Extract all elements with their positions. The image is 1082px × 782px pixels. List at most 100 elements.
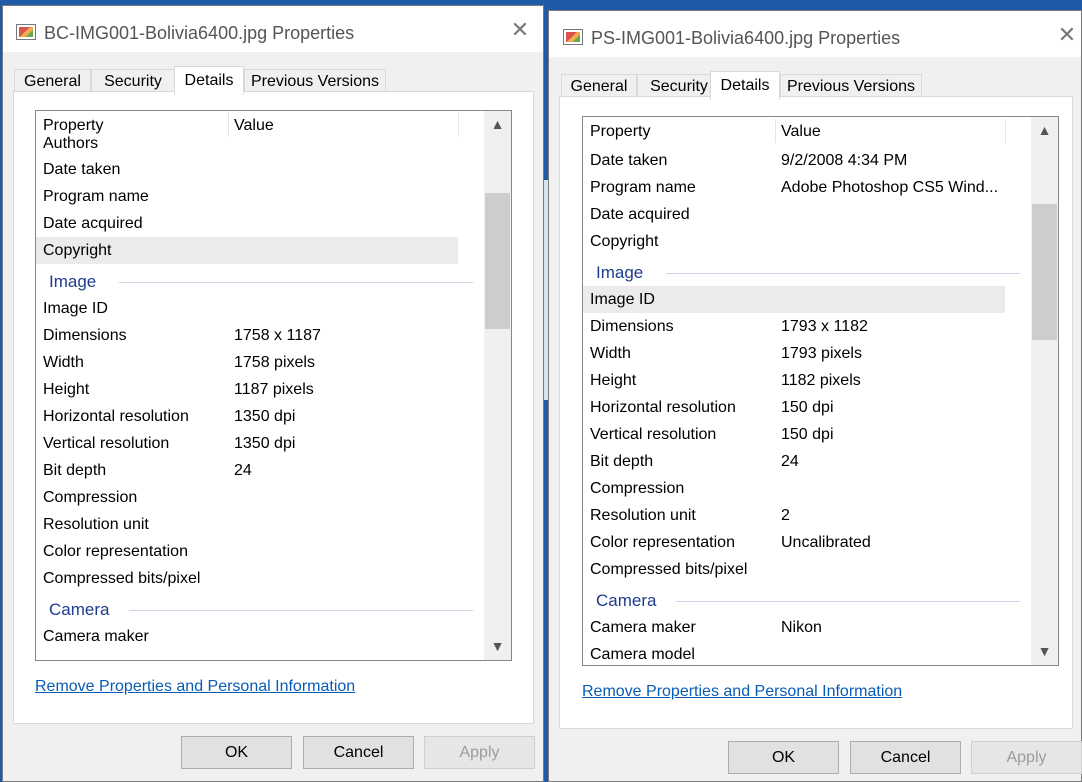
- column-header-property[interactable]: Property: [43, 117, 103, 135]
- property-row[interactable]: Date taken 9/2/2008 4:34 PM: [583, 147, 1005, 174]
- property-row[interactable]: Height 1182 pixels: [583, 367, 1005, 394]
- property-name: Horizontal resolution: [590, 399, 736, 416]
- property-value: 9/2/2008 4:34 PM: [781, 152, 908, 169]
- property-row[interactable]: Vertical resolution 150 dpi: [583, 421, 1005, 448]
- property-row[interactable]: Height 1187 pixels: [36, 376, 458, 403]
- property-name: Compression: [43, 489, 138, 506]
- property-value: Adobe Photoshop CS5 Wind...: [781, 179, 999, 196]
- property-row[interactable]: Camera maker: [36, 623, 458, 650]
- property-value: 1350 dpi: [234, 408, 296, 425]
- property-row[interactable]: Date acquired: [583, 201, 1005, 228]
- property-name: Program name: [590, 179, 696, 196]
- property-name: Dimensions: [590, 318, 674, 335]
- property-row[interactable]: Resolution unit 2: [583, 502, 1005, 529]
- close-icon[interactable]: ✕: [510, 19, 530, 41]
- property-row[interactable]: Horizontal resolution 150 dpi: [583, 394, 1005, 421]
- group-label: Camera: [49, 600, 110, 619]
- column-header-property[interactable]: Property: [590, 123, 650, 141]
- title-bar: BC-IMG001-Bolivia6400.jpg Properties ✕: [3, 6, 543, 52]
- ok-button[interactable]: OK: [181, 736, 292, 769]
- property-row[interactable]: Dimensions 1758 x 1187: [36, 322, 458, 349]
- property-row[interactable]: Camera model: [583, 641, 1005, 665]
- close-icon[interactable]: ✕: [1057, 24, 1077, 46]
- vertical-scrollbar[interactable]: ▲ ▼: [1031, 117, 1058, 665]
- property-name: Vertical resolution: [43, 435, 170, 452]
- property-row[interactable]: Program name: [36, 183, 458, 210]
- scrollbar-thumb[interactable]: [485, 193, 510, 329]
- property-name: Horizontal resolution: [43, 408, 189, 425]
- scroll-up-icon[interactable]: ▲: [1031, 117, 1058, 144]
- remove-properties-link[interactable]: Remove Properties and Personal Informati…: [582, 683, 902, 701]
- property-value: 2: [781, 507, 790, 524]
- property-row[interactable]: Horizontal resolution 1350 dpi: [36, 403, 458, 430]
- property-row[interactable]: Camera maker Nikon: [583, 614, 1005, 641]
- column-divider[interactable]: [1005, 119, 1006, 143]
- property-name: Image ID: [590, 291, 655, 308]
- property-name: Compressed bits/pixel: [590, 561, 748, 578]
- property-row[interactable]: Compressed bits/pixel: [583, 556, 1005, 583]
- column-header-value[interactable]: Value: [781, 123, 821, 141]
- details-panel: Property Value Date taken 9/2/2008 4:34 P…: [559, 96, 1073, 729]
- property-name: Compressed bits/pixel: [43, 570, 201, 587]
- property-row[interactable]: Bit depth 24: [583, 448, 1005, 475]
- property-value: Uncalibrated: [781, 534, 871, 551]
- property-row[interactable]: Width 1758 pixels: [36, 349, 458, 376]
- group-label: Image: [596, 263, 644, 282]
- vertical-scrollbar[interactable]: ▲ ▼: [484, 111, 511, 660]
- cancel-button[interactable]: Cancel: [303, 736, 414, 769]
- group-divider-line: [666, 273, 1020, 274]
- group-header-image[interactable]: Image: [583, 259, 1020, 286]
- scroll-down-icon[interactable]: ▼: [1031, 638, 1058, 665]
- scroll-down-icon[interactable]: ▼: [484, 633, 511, 660]
- property-name: Date taken: [590, 152, 668, 169]
- property-row[interactable]: Date acquired: [36, 210, 458, 237]
- remove-properties-link[interactable]: Remove Properties and Personal Informati…: [35, 678, 355, 696]
- property-row[interactable]: Program name Adobe Photoshop CS5 Wind...: [583, 174, 1005, 201]
- property-row[interactable]: Width 1793 pixels: [583, 340, 1005, 367]
- property-row[interactable]: Color representation: [36, 538, 458, 565]
- tab-details[interactable]: Details: [710, 71, 780, 100]
- scrollbar-thumb[interactable]: [1032, 204, 1057, 340]
- property-name: Bit depth: [590, 453, 654, 470]
- group-header-image[interactable]: Image: [36, 268, 473, 295]
- apply-button[interactable]: Apply: [424, 736, 535, 769]
- cancel-button[interactable]: Cancel: [850, 741, 961, 774]
- property-row[interactable]: Color representation Uncalibrated: [583, 529, 1005, 556]
- property-name: Width: [43, 354, 84, 371]
- property-name: Date acquired: [43, 215, 143, 232]
- property-list[interactable]: Property Value Date taken 9/2/2008 4:34 P…: [582, 116, 1059, 666]
- property-row[interactable]: Compressed bits/pixel: [36, 565, 458, 592]
- property-row[interactable]: Date taken: [36, 156, 458, 183]
- column-header-value[interactable]: Value: [234, 117, 274, 135]
- property-row[interactable]: Image ID: [583, 286, 1005, 313]
- property-row[interactable]: Bit depth 24: [36, 457, 458, 484]
- property-list[interactable]: Property Value Authors Date taken Program…: [35, 110, 512, 661]
- properties-dialog-ps: PS-IMG001-Bolivia6400.jpg Properties ✕ G…: [548, 10, 1082, 782]
- group-divider-line: [676, 601, 1020, 602]
- property-row[interactable]: Compression: [36, 484, 458, 511]
- column-divider[interactable]: [775, 119, 776, 143]
- property-name: Color representation: [43, 543, 188, 560]
- column-divider[interactable]: [458, 113, 459, 137]
- property-row[interactable]: Vertical resolution 1350 dpi: [36, 430, 458, 457]
- property-row[interactable]: Image ID: [36, 295, 458, 322]
- property-name: Program name: [43, 188, 149, 205]
- property-value: 1187 pixels: [234, 381, 314, 398]
- property-row[interactable]: Resolution unit: [36, 511, 458, 538]
- property-row[interactable]: Dimensions 1793 x 1182: [583, 313, 1005, 340]
- scroll-up-icon[interactable]: ▲: [484, 111, 511, 138]
- column-divider[interactable]: [228, 113, 229, 137]
- property-value: 1758 pixels: [234, 354, 315, 371]
- ok-button[interactable]: OK: [728, 741, 839, 774]
- apply-button[interactable]: Apply: [971, 741, 1082, 774]
- tab-details[interactable]: Details: [174, 66, 244, 95]
- group-divider-line: [129, 610, 473, 611]
- property-value: 150 dpi: [781, 426, 834, 443]
- property-row[interactable]: Copyright: [583, 228, 1005, 255]
- properties-dialog-bc: BC-IMG001-Bolivia6400.jpg Properties ✕ G…: [2, 5, 544, 782]
- group-header-camera[interactable]: Camera: [583, 587, 1020, 614]
- property-row[interactable]: Copyright: [36, 237, 458, 264]
- property-row[interactable]: Compression: [583, 475, 1005, 502]
- group-header-camera[interactable]: Camera: [36, 596, 473, 623]
- property-value: 1793 x 1182: [781, 318, 868, 335]
